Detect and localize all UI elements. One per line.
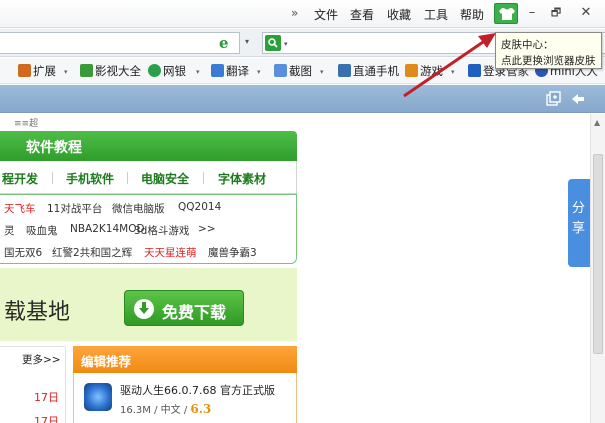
tutorial-title[interactable]: 软件教程: [26, 137, 82, 157]
shield-icon: [148, 64, 161, 77]
banner-text: 载基地: [4, 300, 71, 325]
app-score: 6.3: [190, 402, 212, 416]
menu-favorites[interactable]: 收藏: [387, 6, 411, 23]
link-item[interactable]: 吸血鬼: [26, 223, 58, 238]
chevron-down-icon[interactable]: ▾: [257, 68, 261, 76]
free-download-button[interactable]: 免费下载: [124, 290, 244, 326]
category-security[interactable]: 电脑安全: [141, 170, 189, 187]
date-label: 17日: [34, 391, 59, 404]
share-tab[interactable]: 分享: [568, 179, 590, 267]
editor-picks-title: 编辑推荐: [81, 354, 132, 369]
back-arrow-icon[interactable]: [570, 91, 586, 107]
chevron-down-icon[interactable]: ▾: [284, 40, 288, 48]
link-item[interactable]: QQ2014: [178, 201, 221, 213]
fav-extensions[interactable]: 扩展: [18, 63, 56, 79]
url-input[interactable]: e: [0, 32, 240, 54]
editor-picks-header: 编辑推荐: [73, 346, 297, 373]
category-mobile[interactable]: 手机软件: [66, 170, 114, 187]
menu-file[interactable]: 文件: [314, 6, 338, 23]
category-fonts[interactable]: 字体素材: [218, 170, 266, 187]
download-label: 免费下载: [162, 303, 227, 322]
fav-translate[interactable]: 翻译: [211, 63, 249, 79]
more-links-chevron[interactable]: >>: [198, 223, 216, 235]
title-bar: » 文件 查看 收藏 工具 帮助 – 🗗 ✕: [0, 0, 605, 28]
divider: [52, 172, 53, 184]
menu-overflow-chevron-icon[interactable]: »: [291, 6, 298, 20]
close-button[interactable]: ✕: [576, 4, 596, 22]
vertical-scrollbar[interactable]: ▲: [590, 114, 605, 423]
download-banner: 载基地 免费下载: [0, 268, 297, 341]
link-item[interactable]: 国无双6: [4, 245, 42, 260]
link-item[interactable]: 微信电脑版: [112, 201, 165, 216]
app-size: 16.3M: [120, 405, 151, 416]
search-engine-button[interactable]: [265, 35, 281, 51]
tshirt-icon: [499, 8, 515, 20]
news-list: 更多>> 17日 17日: [0, 346, 66, 423]
web-page: ≡≡超 软件教程 程开发 手机软件 电脑安全 字体素材 天飞车 11对战平台 微…: [0, 114, 590, 423]
tab-strip: [0, 85, 605, 113]
link-item[interactable]: 红警2共和国之辉: [52, 245, 132, 260]
share-label: 分享: [572, 201, 586, 236]
fav-screenshot[interactable]: 截图: [274, 63, 312, 79]
divider: [203, 172, 204, 184]
date-label: 17日: [34, 415, 59, 423]
app-language: 中文: [160, 405, 181, 416]
fav-video[interactable]: 影视大全: [80, 63, 141, 79]
search-icon: [268, 38, 278, 48]
link-item[interactable]: 天天星连萌: [144, 245, 197, 260]
category-row: 程开发 手机软件 电脑安全 字体素材: [0, 161, 297, 194]
play-icon: [80, 64, 93, 77]
app-title[interactable]: 驱动人生66.0.7.68 官方正式版: [120, 382, 275, 398]
new-window-icon[interactable]: [545, 91, 561, 107]
chevron-down-icon[interactable]: ▾: [320, 68, 324, 76]
top-text: ≡≡超: [14, 119, 39, 129]
tooltip-text: 点此更换浏览器皮肤: [501, 55, 596, 67]
chevron-down-icon[interactable]: ▾: [64, 68, 68, 76]
tooltip-title: 皮肤中心：: [501, 39, 554, 51]
ie-compat-icon[interactable]: e: [219, 35, 235, 51]
download-arrow-icon: [134, 299, 154, 319]
chevron-down-icon[interactable]: ▾: [196, 68, 200, 76]
menu-view[interactable]: 查看: [350, 6, 374, 23]
minimize-button[interactable]: –: [522, 4, 542, 22]
fav-phone[interactable]: 直通手机: [338, 63, 399, 79]
link-item[interactable]: 魔兽争霸3: [208, 245, 257, 260]
link-item[interactable]: 灵: [4, 223, 15, 238]
phone-icon: [338, 64, 351, 77]
more-link[interactable]: 更多>>: [22, 352, 61, 367]
editor-picks-item[interactable]: 驱动人生66.0.7.68 官方正式版 16.3M / 中文 / 6.3: [73, 373, 297, 423]
translate-icon: [211, 64, 224, 77]
tutorial-header: 软件教程: [0, 131, 297, 161]
fav-bank[interactable]: 网银: [148, 63, 186, 79]
skin-center-button[interactable]: [494, 3, 518, 24]
menu-tools[interactable]: 工具: [424, 6, 448, 23]
hot-links: 天飞车 11对战平台 微信电脑版 QQ2014 灵 吸血鬼 NBA2K14MOD…: [0, 194, 297, 264]
scroll-up-icon[interactable]: ▲: [594, 118, 600, 127]
puzzle-icon: [18, 64, 31, 77]
menu-help[interactable]: 帮助: [460, 6, 484, 23]
key-icon: [468, 64, 481, 77]
app-meta: 16.3M / 中文 / 6.3: [120, 401, 211, 416]
scroll-thumb[interactable]: [593, 154, 603, 354]
meta-separator: /: [154, 405, 158, 416]
skin-tooltip: 皮肤中心： 点此更换浏览器皮肤: [495, 32, 602, 69]
gamepad-icon: [405, 64, 418, 77]
link-item[interactable]: 11对战平台: [47, 201, 102, 216]
link-item[interactable]: 3d格斗游戏: [134, 223, 189, 238]
chevron-down-icon[interactable]: ▾: [245, 37, 249, 46]
link-item[interactable]: 天飞车: [4, 201, 36, 216]
chevron-down-icon[interactable]: ▾: [451, 68, 455, 76]
category-dev[interactable]: 程开发: [2, 170, 38, 187]
scissors-icon: [274, 64, 287, 77]
fav-games[interactable]: 游戏: [405, 63, 443, 79]
gear-icon: [84, 383, 112, 411]
divider: [127, 172, 128, 184]
restore-button[interactable]: 🗗: [546, 4, 566, 22]
meta-separator: /: [183, 405, 188, 416]
